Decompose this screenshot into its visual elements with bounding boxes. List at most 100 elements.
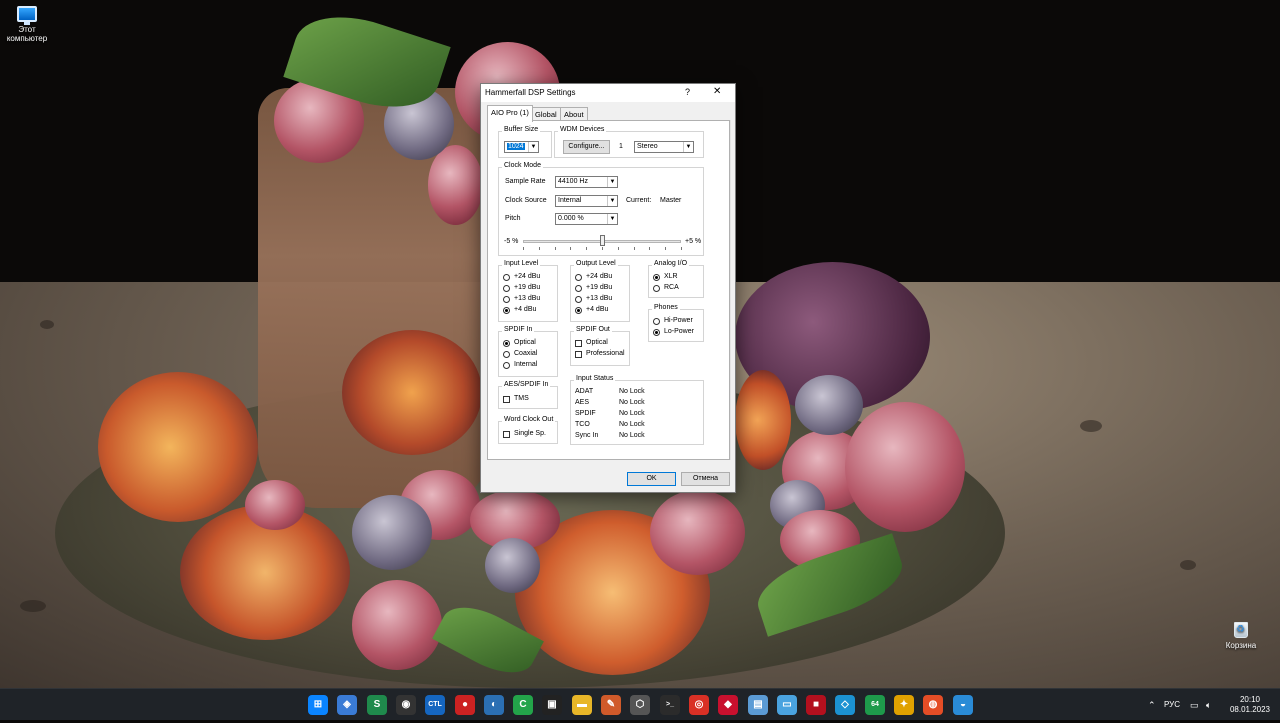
slider-tick [665,247,666,250]
status-name-spdif: SPDIF [575,410,596,417]
slider-tick [555,247,556,250]
wallpaper-blueberry [485,538,540,593]
radio-button[interactable] [503,340,510,347]
radio-button[interactable] [503,285,510,292]
taskbar-app-cube-icon[interactable]: ⬡ [630,695,650,715]
wallpaper-fig [342,330,482,455]
radio-button[interactable] [653,285,660,292]
group-output-level: Output Level +24 dBu +19 dBu +13 dBu +4 … [570,260,630,322]
taskbar-app-bird-icon[interactable]: ✦ [894,695,914,715]
checkbox[interactable] [575,351,582,358]
taskbar-app-terminal-icon[interactable]: >_ [660,695,680,715]
network-icon[interactable]: ▭ [1190,689,1199,721]
radio-label: +19 dBu [514,284,541,291]
title-bar[interactable]: Hammerfall DSP Settings ? ✕ [481,84,735,102]
checkbox[interactable] [575,340,582,347]
status-value-spdif: No Lock [619,410,645,417]
combo-value: 44100 Hz [558,178,588,185]
status-value-aes: No Lock [619,399,645,406]
taskbar-app-64-icon[interactable]: 64 [865,695,885,715]
taskbar-app-swirl-icon[interactable]: ◍ [923,695,943,715]
taskbar-app-ctl-icon[interactable]: CTL [425,695,445,715]
radio-button[interactable] [653,329,660,336]
taskbar-app-red-icon[interactable]: ● [455,695,475,715]
combo-value: 0.000 % [558,215,584,222]
taskbar-app-s-icon[interactable]: S [367,695,387,715]
taskbar-app-paint-icon[interactable]: ✎ [601,695,621,715]
taskbar-start-icon[interactable]: ⊞ [308,695,328,715]
radio-button[interactable] [503,307,510,314]
radio-button[interactable] [575,274,582,281]
group-label: SPDIF In [502,326,535,333]
taskbar-app-folder-icon[interactable]: ▬ [572,695,592,715]
taskbar-app-globe-icon[interactable]: ◒ [953,695,973,715]
tab-aio-pro[interactable]: AIO Pro (1) [487,105,533,122]
pitch-slider-thumb[interactable] [600,235,605,246]
panel-edge [730,120,731,460]
radio-button[interactable] [503,362,510,369]
group-label: Input Level [502,260,541,267]
status-name-sync-in: Sync In [575,432,599,439]
taskbar-app-dark-icon[interactable]: ▣ [542,695,562,715]
language-indicator[interactable]: РУС [1164,689,1180,721]
radio-label: RCA [664,284,679,291]
taskbar-app-chrome-icon[interactable]: ◎ [689,695,709,715]
desktop-icon-recycle-bin[interactable]: Корзина [1214,622,1268,650]
radio-label: Optical [514,339,536,346]
taskbar-app-pdf-icon[interactable]: ■ [806,695,826,715]
checkbox[interactable] [503,431,510,438]
radio-label: +4 dBu [586,306,609,313]
close-icon[interactable]: ✕ [713,86,721,97]
buffer-size-select[interactable]: 1024 ▼ [504,141,539,153]
wdm-mode-select[interactable]: Stereo ▼ [634,141,694,153]
status-name-aes: AES [575,399,590,406]
hdsp-settings-dialog: Hammerfall DSP Settings ? ✕ AIO Pro (1) … [480,83,736,493]
system-clock[interactable]: 20:10 08.01.2023 [1226,695,1274,715]
radio-button[interactable] [653,318,660,325]
taskbar-app-doc-icon[interactable]: ▤ [748,695,768,715]
taskbar-app-c-icon[interactable]: C [513,695,533,715]
taskbar-app-a-icon[interactable]: ◈ [337,695,357,715]
clock-source-select[interactable]: Internal ▼ [555,195,618,207]
checkbox[interactable] [503,396,510,403]
radio-label: +24 dBu [586,273,613,280]
radio-button[interactable] [575,307,582,314]
slider-tick [523,247,524,250]
chevron-down-icon: ▼ [607,214,617,224]
radio-label: Internal [514,361,538,368]
radio-button[interactable] [575,285,582,292]
tab-global[interactable]: Global [531,107,561,121]
taskbar-app-wavelab-icon[interactable]: ◉ [396,695,416,715]
ok-button[interactable]: OK [627,472,676,486]
radio-button[interactable] [503,274,510,281]
cancel-button[interactable]: Отмена [681,472,730,486]
taskbar-app-blue-icon[interactable]: ◇ [835,695,855,715]
group-label: Output Level [574,260,618,267]
radio-button[interactable] [653,274,660,281]
chevron-up-icon[interactable]: ⌃ [1148,691,1156,723]
desktop-icon-label: Этот компьютер [6,25,48,43]
group-label: Buffer Size [502,126,541,133]
radio-button[interactable] [503,351,510,358]
slider-tick [539,247,540,250]
taskbar-app-shield-icon[interactable]: ◆ [718,695,738,715]
wallpaper-raspberry [352,580,442,670]
desktop-icon-this-pc[interactable]: Этот компьютер [0,6,54,43]
taskbar-app-screen-icon[interactable]: ▭ [777,695,797,715]
taskbar-app-compass-icon[interactable]: ◐ [484,695,504,715]
wallpaper-blueberry [795,375,863,435]
help-icon[interactable]: ? [685,87,690,97]
wallpaper-speck [20,600,46,612]
radio-button[interactable] [503,296,510,303]
pitch-select[interactable]: 0.000 % ▼ [555,213,618,225]
configure-button[interactable]: Configure... [563,140,610,154]
pitch-label: Pitch [505,215,521,222]
sample-rate-select[interactable]: 44100 Hz ▼ [555,176,618,188]
radio-button[interactable] [575,296,582,303]
radio-label: +19 dBu [586,284,613,291]
slider-tick [618,247,619,250]
tab-about[interactable]: About [560,107,588,121]
volume-icon[interactable]: 🔈︎ [1206,689,1211,721]
taskbar: ⊞ ◈ S ◉ CTL ● ◐ C ▣ ▬ ✎ ⬡ >_ ◎ ◆ ▤ ▭ ■ ◇ 64 ✦ ◍ ◒ ⌃ РУС ▭ 🔈︎ 2… [0,688,1280,720]
clock-time: 20:10 [1239,695,1261,704]
